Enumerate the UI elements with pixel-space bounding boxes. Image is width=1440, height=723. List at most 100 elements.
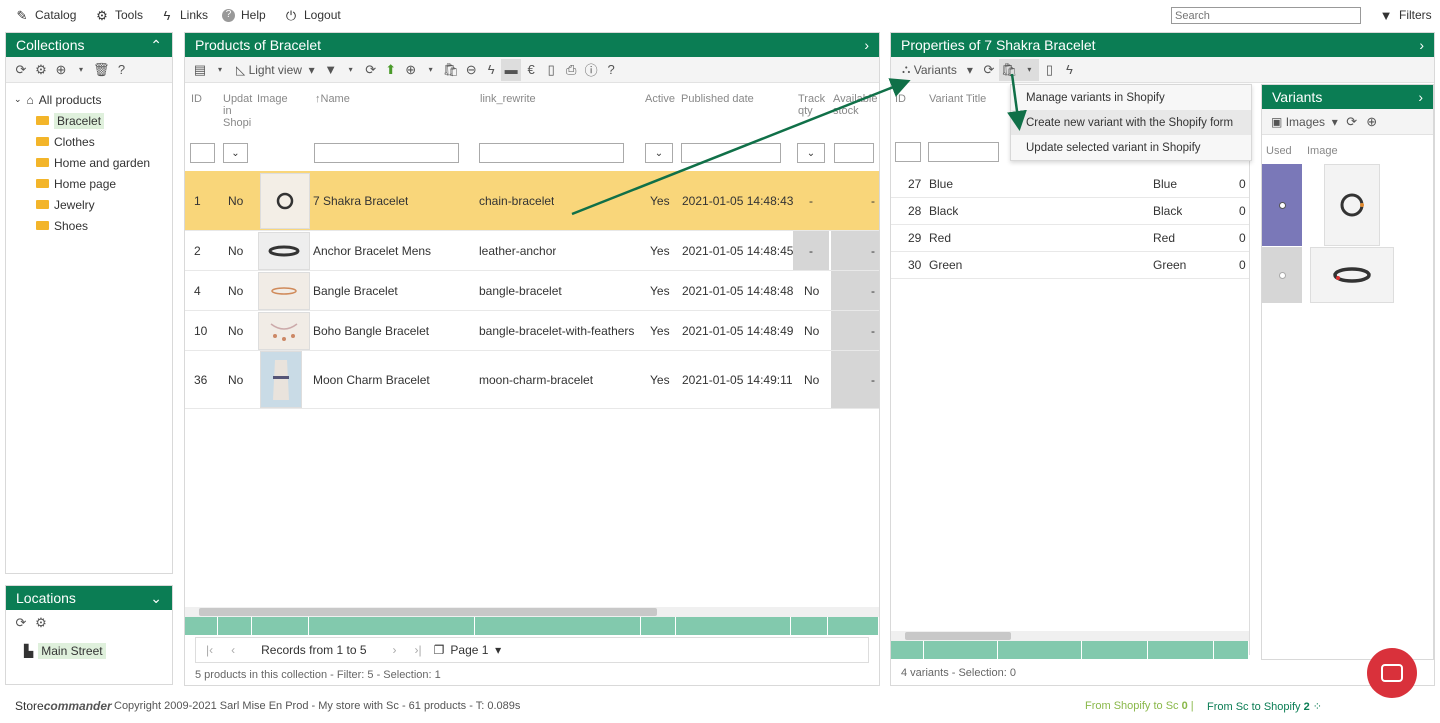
help-icon[interactable]: ? bbox=[112, 59, 132, 81]
catalog-menu[interactable]: ✎ Catalog bbox=[15, 8, 77, 22]
used-cell-selected[interactable] bbox=[1262, 164, 1302, 246]
last-page-icon[interactable]: ›| bbox=[415, 643, 422, 657]
filter-stock-input[interactable] bbox=[834, 143, 874, 163]
table-row[interactable]: 2 No Anchor Bracelet Mens leather-anchor… bbox=[185, 231, 879, 271]
refresh-icon[interactable]: ⟳ bbox=[979, 59, 999, 81]
col-published[interactable]: Published date bbox=[681, 93, 754, 105]
filter-variant-id[interactable] bbox=[895, 142, 921, 162]
horizontal-scrollbar[interactable] bbox=[891, 631, 1249, 641]
from-shopify-status[interactable]: From Shopify to Sc 0 | bbox=[1085, 700, 1194, 712]
filter-track-select[interactable]: ⌄ bbox=[797, 143, 825, 163]
grid-view-icon[interactable]: ▤ bbox=[190, 59, 210, 81]
table-row[interactable]: 1 No 7 Shakra Bracelet chain-bracelet Ye… bbox=[185, 171, 879, 231]
dropdown-caret-icon[interactable]: ▾ bbox=[341, 59, 361, 81]
info-icon[interactable]: ⓘ bbox=[581, 59, 601, 81]
refresh-icon[interactable]: ⟳ bbox=[11, 59, 31, 81]
table-row[interactable]: 30 Green Green 0 bbox=[891, 252, 1249, 279]
export-icon[interactable]: ⬆ bbox=[381, 59, 401, 81]
col-available-stock[interactable]: Available stock bbox=[833, 93, 879, 117]
gear-icon[interactable]: ⚙ bbox=[31, 612, 51, 634]
shopify-icon[interactable]: 🛍 bbox=[998, 58, 1020, 81]
prev-page-icon[interactable]: ‹ bbox=[231, 643, 235, 657]
col-variant-title[interactable]: Variant Title bbox=[929, 93, 986, 105]
col-name[interactable]: ↑Name bbox=[315, 93, 350, 105]
tree-item-bracelet[interactable]: Bracelet bbox=[14, 110, 172, 131]
filter-icon[interactable]: ▼ bbox=[321, 59, 341, 81]
tree-item-home-and-garden[interactable]: Home and garden bbox=[14, 152, 172, 173]
print-icon[interactable]: ⎙ bbox=[561, 59, 581, 81]
filter-updated-select[interactable]: ⌄ bbox=[223, 143, 248, 163]
bolt-icon[interactable]: ϟ bbox=[481, 59, 501, 81]
tree-item-shoes[interactable]: Shoes bbox=[14, 215, 172, 236]
search-input[interactable] bbox=[1171, 7, 1361, 24]
chevron-down-icon[interactable]: ⌄ bbox=[14, 94, 22, 105]
radio-icon[interactable] bbox=[1278, 271, 1286, 279]
minus-icon[interactable]: ⊖ bbox=[461, 59, 481, 81]
filter-link-input[interactable] bbox=[479, 143, 624, 163]
first-page-icon[interactable]: |‹ bbox=[206, 643, 213, 657]
filter-variant-title[interactable] bbox=[928, 142, 999, 162]
table-row[interactable]: 36 No Moon Charm Bracelet moon-charm-bra… bbox=[185, 351, 879, 409]
col-link-rewrite[interactable]: link_rewrite bbox=[480, 93, 536, 105]
tree-item-jewelry[interactable]: Jewelry bbox=[14, 194, 172, 215]
bolt-icon[interactable]: ϟ bbox=[1059, 59, 1079, 81]
col-used[interactable]: Used bbox=[1266, 145, 1292, 157]
scrollbar-thumb[interactable] bbox=[199, 608, 657, 616]
filter-published-input[interactable] bbox=[681, 143, 781, 163]
variants-selector[interactable]: ⛬ Variants ▾ bbox=[896, 59, 979, 81]
col-updated[interactable]: Updat in Shopi bbox=[223, 93, 253, 129]
filter-id-input[interactable] bbox=[190, 143, 215, 163]
tree-item-home-page[interactable]: Home page bbox=[14, 173, 172, 194]
scrollbar-thumb[interactable] bbox=[905, 632, 1011, 640]
table-row[interactable]: 4 No Bangle Bracelet bangle-bracelet Yes… bbox=[185, 271, 879, 311]
add-icon[interactable]: ⊕ bbox=[1362, 111, 1382, 133]
from-sc-status[interactable]: From Sc to Shopify 2 ⁘ bbox=[1207, 700, 1322, 713]
links-menu[interactable]: ϟ Links bbox=[160, 8, 208, 22]
menu-item-manage-variants[interactable]: Manage variants in Shopify bbox=[1011, 85, 1251, 110]
col-variant-image[interactable]: Image bbox=[1307, 145, 1338, 157]
dropdown-caret-icon[interactable]: ▾ bbox=[421, 59, 441, 81]
chevron-right-icon[interactable]: › bbox=[864, 37, 869, 53]
col-variant-id[interactable]: ID bbox=[895, 93, 906, 105]
chevron-down-icon[interactable]: ⌄ bbox=[150, 590, 162, 607]
document-icon[interactable]: ▯ bbox=[1039, 59, 1059, 81]
chevron-right-icon[interactable]: › bbox=[1418, 89, 1423, 105]
dropdown-caret-icon[interactable]: ▾ bbox=[210, 59, 230, 81]
table-row[interactable]: 10 No Boho Bangle Bracelet bangle-bracel… bbox=[185, 311, 879, 351]
dropdown-caret-icon[interactable]: ▾ bbox=[71, 59, 91, 81]
tools-menu[interactable]: ⚙ Tools bbox=[95, 8, 143, 22]
tree-item-clothes[interactable]: Clothes bbox=[14, 131, 172, 152]
chat-button[interactable] bbox=[1367, 648, 1417, 698]
used-cell[interactable] bbox=[1262, 247, 1302, 303]
document-icon[interactable]: ▯ bbox=[541, 59, 561, 81]
add-icon[interactable]: ⊕ bbox=[401, 59, 421, 81]
folder-icon[interactable]: ▬ bbox=[501, 58, 522, 81]
horizontal-scrollbar[interactable] bbox=[185, 607, 879, 617]
col-active[interactable]: Active bbox=[645, 93, 675, 105]
table-row[interactable]: 27 Blue Blue 0 bbox=[891, 171, 1249, 198]
chevron-up-icon[interactable]: ⌃ bbox=[150, 37, 162, 54]
col-track-qty[interactable]: Track qty bbox=[798, 93, 828, 117]
trash-icon[interactable]: 🗑 bbox=[91, 59, 112, 81]
add-icon[interactable]: ⊕ bbox=[51, 59, 71, 81]
table-row[interactable]: 29 Red Red 0 bbox=[891, 225, 1249, 252]
filter-active-select[interactable]: ⌄ bbox=[645, 143, 673, 163]
page-selector[interactable]: Page 1 ▾ bbox=[450, 643, 501, 657]
filter-name-input[interactable] bbox=[314, 143, 459, 163]
col-id[interactable]: ID bbox=[191, 93, 202, 105]
filters-button[interactable]: ▼ Filters bbox=[1379, 8, 1432, 22]
table-row[interactable]: 28 Black Black 0 bbox=[891, 198, 1249, 225]
euro-icon[interactable]: € bbox=[521, 59, 541, 81]
col-image[interactable]: Image bbox=[257, 93, 288, 105]
menu-item-update-variant[interactable]: Update selected variant in Shopify bbox=[1011, 135, 1251, 160]
help-icon[interactable]: ? bbox=[601, 59, 621, 81]
dropdown-caret-icon[interactable]: ▾ bbox=[1019, 58, 1040, 81]
menu-item-create-variant[interactable]: Create new variant with the Shopify form bbox=[1011, 110, 1251, 135]
gear-icon[interactable]: ⚙ bbox=[31, 59, 51, 81]
chevron-right-icon[interactable]: › bbox=[1419, 37, 1424, 53]
refresh-icon[interactable]: ⟳ bbox=[1342, 111, 1362, 133]
tree-root[interactable]: ⌄ ⌂ All products bbox=[14, 89, 172, 110]
refresh-icon[interactable]: ⟳ bbox=[361, 59, 381, 81]
logout-menu[interactable]: ⏻ Logout bbox=[284, 8, 341, 22]
location-item-main-street[interactable]: ▙ Main Street bbox=[6, 640, 172, 661]
